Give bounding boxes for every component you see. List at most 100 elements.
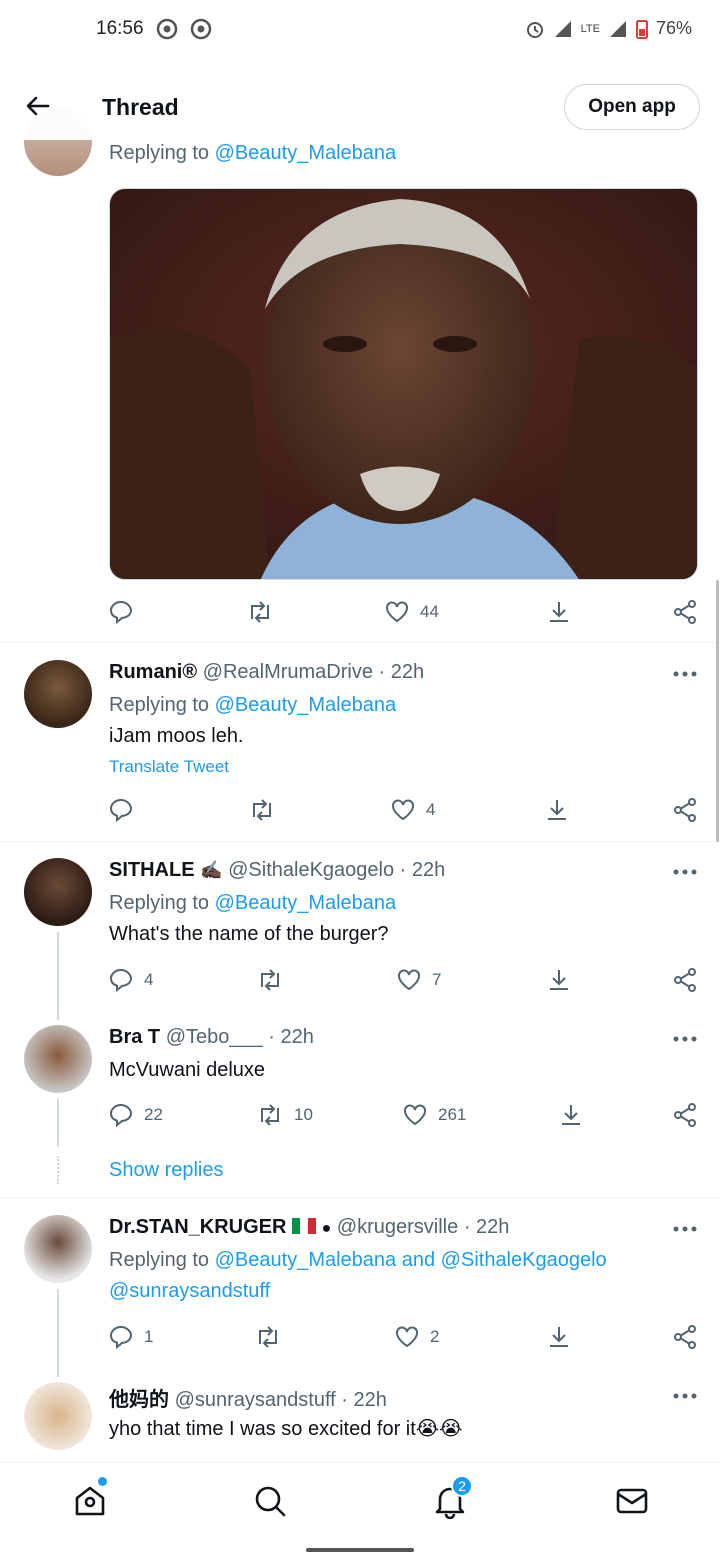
like-button[interactable]: 7 — [396, 965, 441, 995]
retweet-button[interactable] — [254, 1322, 282, 1352]
user-handle[interactable]: @Tebo___ — [166, 1026, 263, 1048]
display-name[interactable]: Rumani® — [109, 661, 197, 683]
reply-button[interactable]: 4 — [108, 965, 153, 995]
reply-icon — [109, 798, 133, 823]
retweet-button[interactable]: 10 — [256, 1100, 313, 1130]
display-name[interactable]: Dr.STAN_KRUGER — [109, 1216, 286, 1238]
tweet-header: SITHALE ✍🏿 @SithaleKgaogelo · 22h — [109, 859, 445, 882]
share-icon — [674, 600, 696, 624]
show-replies-link[interactable]: Show replies — [109, 1159, 224, 1182]
search-icon[interactable] — [252, 1483, 288, 1519]
heart-icon — [404, 1104, 426, 1126]
mention-link[interactable]: @SithaleKgaogelo — [441, 1249, 607, 1271]
battery-level: 76% — [655, 18, 692, 38]
download-icon — [562, 1105, 580, 1125]
download-icon — [550, 1327, 568, 1347]
download-button[interactable] — [544, 795, 570, 825]
tweet-image[interactable] — [109, 188, 698, 580]
tweet-text: What's the name of the burger? — [109, 923, 389, 945]
retweet-button[interactable] — [256, 965, 284, 995]
home-icon[interactable] — [72, 1483, 108, 1519]
divider — [0, 841, 720, 842]
messages-mail-icon[interactable] — [614, 1483, 650, 1519]
reply-button[interactable] — [108, 597, 144, 627]
mention-link[interactable]: @Beauty_Malebana — [215, 142, 397, 164]
display-name[interactable]: Bra T — [109, 1026, 160, 1048]
download-button[interactable] — [546, 965, 572, 995]
scrollbar[interactable] — [716, 580, 719, 842]
download-icon — [550, 970, 568, 990]
replying-to: Replying to @Beauty_Malebana — [109, 694, 397, 716]
back-arrow-icon[interactable] — [24, 92, 52, 120]
like-button[interactable]: 4 — [390, 795, 435, 825]
user-handle[interactable]: @krugersville — [337, 1216, 458, 1238]
user-handle[interactable]: @RealMrumaDrive — [203, 661, 373, 683]
more-options-icon[interactable] — [672, 1225, 698, 1233]
signal-icon — [553, 19, 573, 39]
share-icon — [674, 1103, 696, 1127]
display-name[interactable]: SITHALE — [109, 859, 195, 881]
like-button[interactable]: 44 — [384, 597, 439, 627]
gesture-bar[interactable] — [306, 1548, 414, 1552]
share-button[interactable] — [672, 795, 698, 825]
reply-icon — [109, 968, 133, 993]
mention-link[interactable]: @Beauty_Malebana — [215, 1249, 397, 1271]
avatar[interactable] — [24, 1215, 92, 1283]
avatar[interactable] — [24, 660, 92, 728]
writing-hand-emoji: ✍🏿 — [200, 860, 223, 880]
share-icon — [674, 1325, 696, 1349]
reply-button[interactable]: 22 — [108, 1100, 163, 1130]
mention-link[interactable]: @sunraysandstuff — [109, 1280, 270, 1302]
reply-icon — [109, 1325, 133, 1350]
tweet-actions: 22 10 261 — [108, 1100, 700, 1130]
reply-button[interactable] — [108, 795, 144, 825]
more-options-icon[interactable] — [672, 1392, 698, 1400]
heart-icon — [386, 601, 408, 623]
download-button[interactable] — [546, 1322, 572, 1352]
avatar[interactable] — [24, 1382, 92, 1450]
more-options-icon[interactable] — [672, 670, 698, 678]
like-button[interactable]: 2 — [394, 1322, 439, 1352]
tweet-text: iJam moos leh. — [109, 725, 244, 747]
user-handle[interactable]: @SithaleKgaogelo — [228, 859, 394, 881]
status-time: 16:56 — [96, 18, 144, 39]
share-button[interactable] — [672, 1322, 698, 1352]
share-button[interactable] — [672, 1100, 698, 1130]
like-button[interactable]: 261 — [402, 1100, 466, 1130]
user-handle[interactable]: @sunraysandstuff — [175, 1389, 336, 1411]
mention-link[interactable]: @Beauty_Malebana — [215, 694, 397, 716]
more-options-icon[interactable] — [672, 1035, 698, 1043]
retweet-button[interactable] — [248, 795, 276, 825]
alarm-icon — [525, 19, 545, 39]
avatar[interactable] — [24, 858, 92, 926]
divider — [0, 1197, 720, 1198]
display-name[interactable]: 他妈的 — [109, 1389, 169, 1411]
mention-link[interactable]: @Beauty_Malebana — [215, 892, 397, 914]
download-button[interactable] — [546, 597, 572, 627]
share-button[interactable] — [672, 597, 698, 627]
tweet-actions: 4 — [108, 795, 700, 825]
tweet-actions: 4 7 — [108, 965, 700, 995]
tweet-time: · 22h — [341, 1389, 387, 1411]
share-icon — [674, 968, 696, 992]
chrome-icon — [156, 18, 178, 40]
tweet-actions: 1 2 — [108, 1322, 700, 1352]
download-button[interactable] — [558, 1100, 584, 1130]
share-icon — [674, 798, 696, 822]
tweet-time: · 22h — [378, 661, 425, 683]
tweet-text: McVuwani deluxe — [109, 1059, 266, 1081]
more-options-icon[interactable] — [672, 868, 698, 876]
signal-icon — [608, 19, 628, 39]
share-button[interactable] — [672, 965, 698, 995]
open-app-button[interactable]: Open app — [564, 84, 700, 130]
translate-tweet-link[interactable]: Translate Tweet — [109, 757, 229, 777]
notifications-badge: 2 — [451, 1475, 473, 1497]
page-title: Thread — [102, 94, 179, 120]
reply-button[interactable]: 1 — [108, 1322, 153, 1352]
retweet-button[interactable] — [246, 597, 274, 627]
avatar[interactable] — [24, 1025, 92, 1093]
top-header: Thread Open app — [0, 76, 720, 140]
retweet-icon — [259, 1326, 277, 1348]
tweet-header: Dr.STAN_KRUGER ● @krugersville · 22h — [109, 1216, 509, 1239]
status-indicators: LTE 76% — [525, 18, 692, 39]
